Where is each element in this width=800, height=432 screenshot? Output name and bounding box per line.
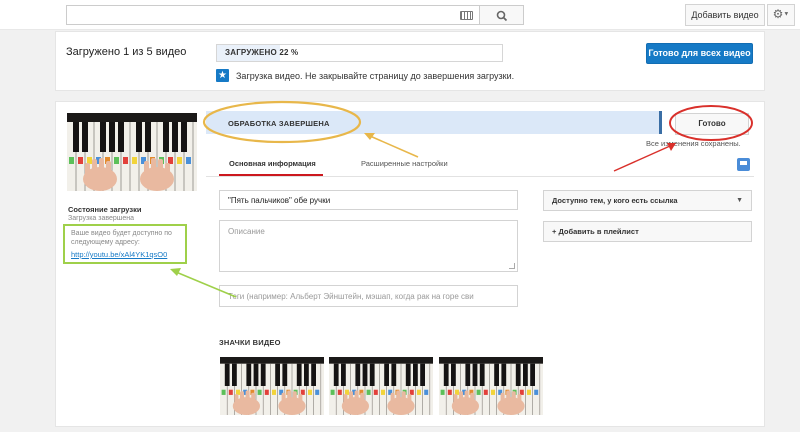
masthead: Добавить видео ⚙▼ [0, 0, 800, 30]
url-note: Ваше видео будет доступно по следующему … [71, 230, 172, 246]
save-icon[interactable] [737, 158, 750, 171]
description-textarea[interactable]: Описание [219, 220, 518, 272]
description-placeholder: Описание [228, 227, 265, 236]
settings-button[interactable]: ⚙▼ [767, 4, 795, 26]
upload-progress-bar: ЗАГРУЖЕНО 22 % [216, 44, 503, 62]
chevron-down-icon: ▼ [783, 11, 790, 18]
add-video-button[interactable]: Добавить видео [685, 4, 765, 26]
add-to-playlist-button[interactable]: + Добавить в плейлист [543, 221, 752, 242]
tags-input[interactable]: Теги (например: Альберт Эйнштейн, мэшап,… [219, 285, 518, 307]
tabs-divider [206, 176, 754, 177]
search-button[interactable] [479, 5, 524, 25]
tab-advanced-settings[interactable]: Расширенные настройки [361, 159, 448, 168]
keyboard-icon[interactable] [460, 11, 473, 20]
video-edit-panel: Состояние загрузки Загрузка завершена Ва… [55, 101, 765, 427]
upload-state-value: Загрузка завершена [68, 215, 135, 222]
upload-state-title: Состояние загрузки [68, 205, 142, 214]
video-thumbnail [67, 113, 197, 191]
video-url-link[interactable]: http://youtu.be/xAl4YK1qsO0 [71, 250, 167, 259]
done-all-button[interactable]: Готово для всех видео [646, 43, 753, 64]
search-input[interactable] [66, 5, 479, 25]
thumbnail-option-2[interactable] [329, 357, 433, 415]
title-input[interactable]: "Пять пальчиков" обе ручки [219, 190, 518, 210]
processing-status-bar: ОБРАБОТКА ЗАВЕРШЕНА [206, 111, 662, 134]
thumbnails-title: ЗНАЧКИ ВИДЕО [219, 338, 281, 347]
done-button[interactable]: Готово [675, 113, 749, 135]
upload-status-panel: Загружено 1 из 5 видео ЗАГРУЖЕНО 22 % Го… [55, 31, 765, 91]
privacy-select[interactable]: Доступно тем, у кого есть ссылка ▼ [543, 190, 752, 211]
upload-notice: Загрузка видео. Не закрывайте страницу д… [236, 71, 515, 81]
gear-icon: ⚙ [772, 7, 784, 21]
upload-count-title: Загружено 1 из 5 видео [66, 46, 187, 58]
progress-label: ЗАГРУЖЕНО 22 % [225, 48, 299, 57]
thumbnail-option-3[interactable] [439, 357, 543, 415]
tab-basic-info[interactable]: Основная информация [229, 159, 316, 168]
saved-note: Все изменения сохранены. [646, 139, 741, 148]
thumbnail-option-1[interactable] [220, 357, 324, 415]
processing-status: ОБРАБОТКА ЗАВЕРШЕНА [228, 119, 330, 128]
chevron-down-icon: ▼ [736, 197, 743, 204]
video-url-box: Ваше видео будет доступно по следующему … [63, 224, 187, 264]
search-icon [496, 10, 508, 22]
privacy-value: Доступно тем, у кого есть ссылка [552, 196, 678, 205]
resize-handle[interactable] [509, 263, 515, 269]
star-icon: ★ [216, 69, 229, 82]
